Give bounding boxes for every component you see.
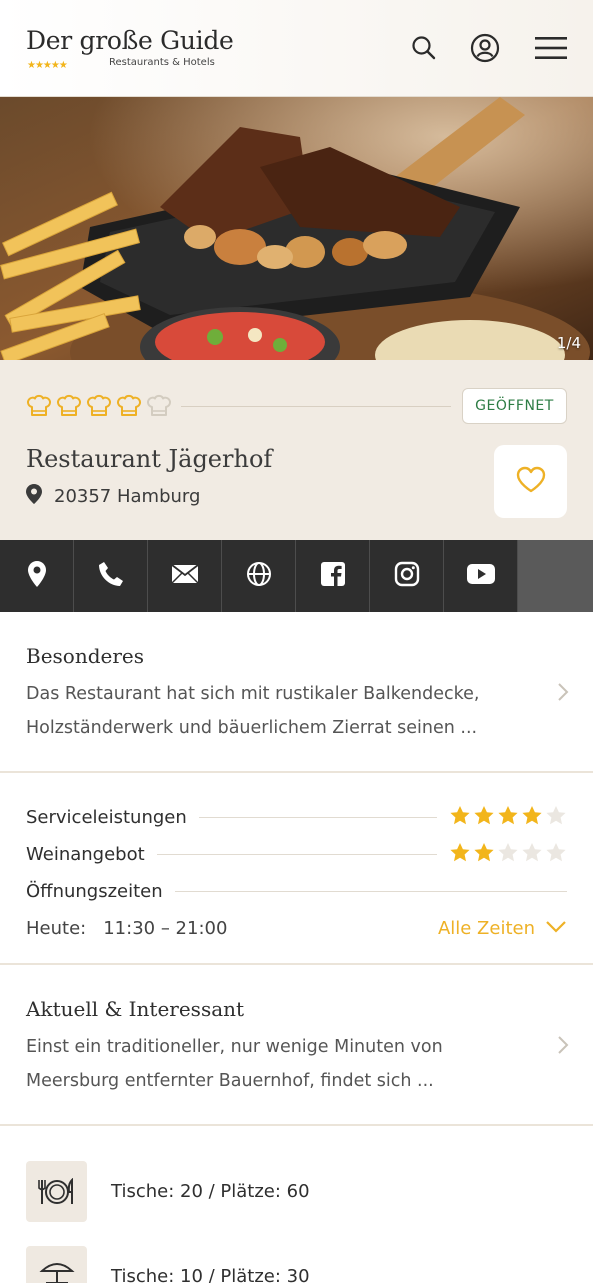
all-hours-label: Alle Zeiten bbox=[437, 918, 535, 939]
rating-label: Weinangebot bbox=[26, 843, 145, 865]
star-icon-filled bbox=[473, 842, 495, 867]
location-icon bbox=[27, 561, 46, 591]
divider-line bbox=[174, 890, 567, 892]
rating-row-service: Serviceleistungen bbox=[26, 804, 567, 830]
hours-row: Heute: 11:30 – 21:00 Alle Zeiten bbox=[26, 918, 567, 939]
brand-stars: ★★★★★ bbox=[27, 60, 68, 71]
youtube-action-button[interactable] bbox=[444, 540, 518, 612]
star-icon-filled bbox=[449, 842, 471, 867]
star-icon-empty bbox=[521, 842, 543, 867]
facility-text: Tische: 10 / Plätze: 30 bbox=[111, 1266, 310, 1283]
plate-cutlery-icon bbox=[26, 1161, 87, 1222]
image-counter: 1/4 bbox=[556, 334, 581, 352]
search-icon[interactable] bbox=[406, 30, 442, 66]
phone-action-button[interactable] bbox=[74, 540, 148, 612]
chevron-right-icon bbox=[557, 1035, 569, 1059]
ratings-section: Serviceleistungen Weinangebot Öffnungsze… bbox=[0, 773, 593, 965]
rating-label: Serviceleistungen bbox=[26, 806, 187, 828]
star-icon-filled bbox=[449, 805, 471, 830]
besonderes-text: Das Restaurant hat sich mit rustikaler B… bbox=[26, 684, 480, 738]
star-icon-empty bbox=[545, 805, 567, 830]
brand-logo[interactable]: Der große Guide ★★★★★ Restaurants & Hote… bbox=[26, 26, 234, 71]
email-action-button[interactable] bbox=[148, 540, 222, 612]
chef-hat-icon-filled bbox=[56, 393, 82, 421]
star-icon-filled bbox=[521, 805, 543, 830]
hours-label: Öffnungszeiten bbox=[26, 880, 163, 902]
aktuell-title: Aktuell & Interessant bbox=[26, 997, 245, 1021]
star-icon-empty bbox=[497, 842, 519, 867]
phone-icon bbox=[98, 561, 124, 591]
youtube-icon bbox=[466, 564, 495, 588]
instagram-icon bbox=[394, 561, 420, 591]
rating-row-wine: Weinangebot bbox=[26, 841, 567, 867]
terrace-umbrella-icon bbox=[26, 1246, 87, 1283]
account-icon[interactable] bbox=[467, 30, 503, 66]
restaurant-name: Restaurant Jägerhof bbox=[26, 445, 273, 473]
brand-subtitle: Restaurants & Hotels bbox=[109, 57, 215, 68]
divider-line bbox=[198, 816, 437, 818]
facebook-icon bbox=[320, 561, 346, 591]
chevron-down-icon bbox=[545, 918, 567, 939]
email-icon bbox=[170, 564, 199, 588]
brand-title: Der große Guide bbox=[26, 26, 234, 55]
contact-action-bar bbox=[0, 540, 593, 612]
hours-today-value: 11:30 – 21:00 bbox=[103, 918, 228, 939]
star-icon-empty bbox=[545, 842, 567, 867]
hero-image[interactable]: 1/4 bbox=[0, 97, 593, 360]
chef-hat-icon-filled bbox=[86, 393, 112, 421]
facility-indoor: Tische: 20 / Plätze: 60 bbox=[26, 1161, 310, 1222]
favorite-button[interactable] bbox=[494, 445, 567, 518]
facebook-action-button[interactable] bbox=[296, 540, 370, 612]
website-action-button[interactable] bbox=[222, 540, 296, 612]
location-action-button[interactable] bbox=[0, 540, 74, 612]
chef-hat-icon-filled bbox=[116, 393, 142, 421]
divider-line bbox=[156, 853, 437, 855]
facility-terrace: Tische: 10 / Plätze: 30 bbox=[26, 1246, 310, 1283]
all-hours-link[interactable]: Alle Zeiten bbox=[438, 918, 567, 939]
app-header: Der große Guide ★★★★★ Restaurants & Hote… bbox=[0, 0, 593, 97]
star-rating bbox=[449, 842, 567, 867]
aktuell-section[interactable]: Aktuell & Interessant Einst ein traditio… bbox=[0, 965, 593, 1126]
star-icon-filled bbox=[473, 805, 495, 830]
instagram-action-button[interactable] bbox=[370, 540, 444, 612]
hours-today-label: Heute: bbox=[26, 918, 87, 939]
divider-line bbox=[181, 406, 451, 407]
facility-text: Tische: 20 / Plätze: 60 bbox=[111, 1181, 310, 1202]
location-text: 20357 Hamburg bbox=[54, 486, 201, 507]
hours-header-row: Öffnungszeiten bbox=[26, 878, 567, 904]
restaurant-location: 20357 Hamburg bbox=[26, 484, 200, 509]
besonderes-title: Besonderes bbox=[26, 644, 145, 668]
chef-hat-icon-empty bbox=[146, 393, 172, 421]
map-pin-icon bbox=[26, 484, 42, 509]
restaurant-info: GEÖFFNET Restaurant Jägerhof 20357 Hambu… bbox=[0, 360, 593, 540]
website-icon bbox=[246, 561, 272, 591]
menu-icon[interactable] bbox=[533, 30, 569, 66]
besonderes-section[interactable]: Besonderes Das Restaurant hat sich mit r… bbox=[0, 612, 593, 773]
aktuell-text: Einst ein traditioneller, nur wenige Min… bbox=[26, 1037, 443, 1091]
status-badge: GEÖFFNET bbox=[462, 388, 567, 424]
star-rating bbox=[449, 805, 567, 830]
heart-icon bbox=[516, 466, 546, 498]
hat-rating bbox=[26, 393, 172, 421]
chef-hat-icon-filled bbox=[26, 393, 52, 421]
chevron-right-icon bbox=[557, 682, 569, 706]
star-icon-filled bbox=[497, 805, 519, 830]
